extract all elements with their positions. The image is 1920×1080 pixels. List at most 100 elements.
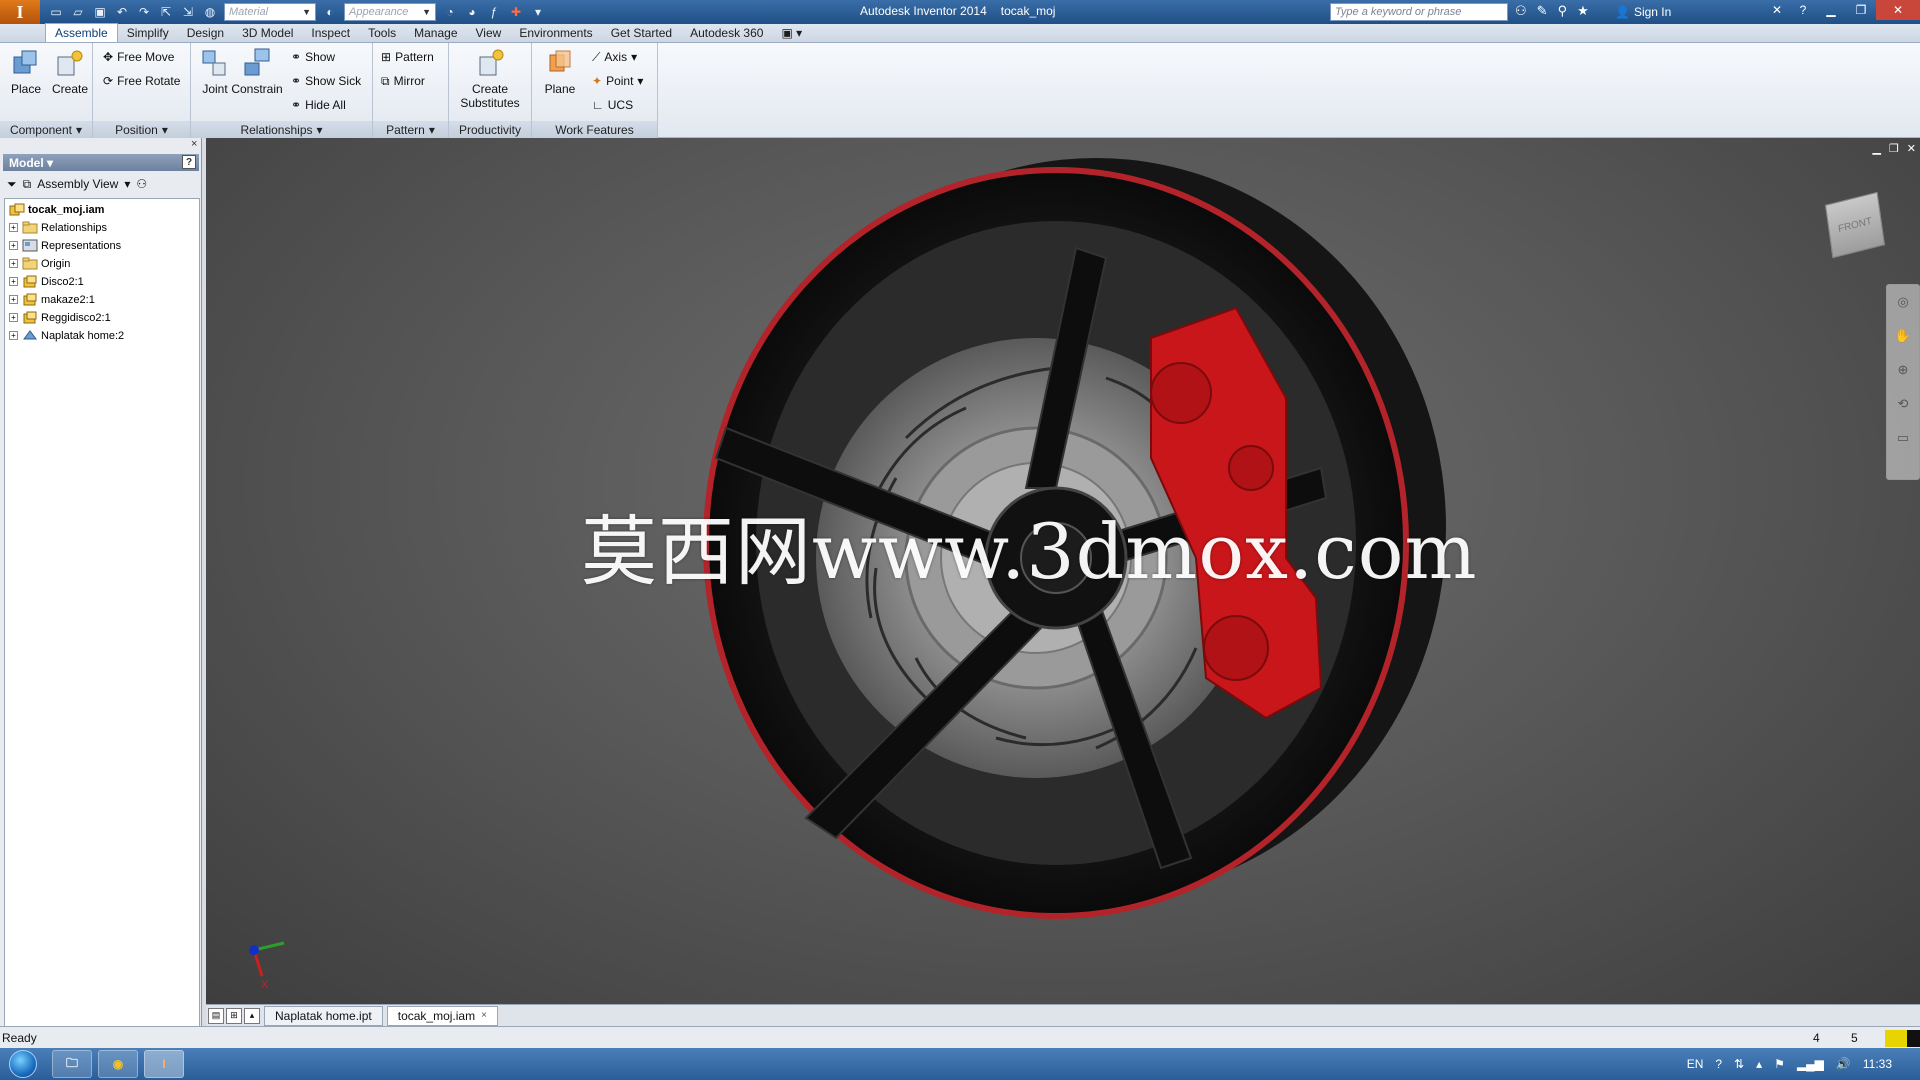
tree-item[interactable]: + Disco2:1 [5, 273, 84, 290]
ribbon-tab-manage[interactable]: Manage [405, 24, 466, 42]
document-menu-icon[interactable]: ▴ [244, 1007, 260, 1024]
hide-all-button[interactable]: ⚭ Hide All [291, 96, 346, 114]
mirror-button[interactable]: ⧉ Mirror [381, 72, 425, 90]
tree-item[interactable]: + Representations [5, 237, 121, 254]
expand-toggle-icon[interactable]: + [9, 259, 18, 268]
clear-appearance-icon[interactable]: ◕ [464, 4, 480, 20]
binoculars-icon[interactable]: ⚇ [1515, 3, 1527, 19]
constrain-button[interactable]: Constrain [231, 47, 283, 96]
language-indicator[interactable]: EN [1687, 1057, 1704, 1071]
save-icon[interactable]: ▣ [92, 4, 108, 20]
document-tab[interactable]: tocak_moj.iam × [386, 1005, 498, 1026]
ribbon-tab-inspect[interactable]: Inspect [302, 24, 359, 42]
tree-item[interactable]: + Origin [5, 255, 70, 272]
action-center-flag-icon[interactable]: ⚑ [1774, 1057, 1785, 1071]
viewport-close-icon[interactable]: ✕ [1907, 142, 1916, 155]
cascade-windows-icon[interactable]: ⊞ [226, 1007, 242, 1024]
redo-icon[interactable]: ↷ [136, 4, 152, 20]
browser-header[interactable]: Model ▾ ? [3, 154, 199, 171]
free-move-button[interactable]: ✥ Free Move [103, 48, 174, 66]
show-hidden-icons-icon[interactable]: ▴ [1756, 1057, 1762, 1071]
ribbon-tab-simplify[interactable]: Simplify [118, 24, 178, 42]
ucs-add-icon[interactable]: ✚ [508, 4, 524, 20]
return-icon[interactable]: ⇱ [158, 4, 174, 20]
tools-icon[interactable]: ✎ [1537, 3, 1548, 19]
component-panel-label[interactable]: Component ▾ [0, 121, 92, 138]
ribbon-camera-icon[interactable]: ▣ ▾ [772, 24, 811, 42]
select-icon[interactable]: ⇲ [180, 4, 196, 20]
pattern-button[interactable]: ⊞ Pattern [381, 48, 434, 66]
show-button[interactable]: ⚭ Show [291, 48, 335, 66]
viewport-restore-icon[interactable]: ❐ [1889, 142, 1899, 155]
appearance-icon[interactable]: ◐ [322, 4, 338, 20]
tile-windows-icon[interactable]: ▤ [208, 1007, 224, 1024]
tree-item[interactable]: + makaze2:1 [5, 291, 95, 308]
pattern-panel-label[interactable]: Pattern ▾ [373, 121, 448, 138]
tree-item[interactable]: + Reggidisco2:1 [5, 309, 111, 326]
volume-icon[interactable]: 🔊 [1836, 1057, 1851, 1071]
minimize-button[interactable]: ▁ [1816, 0, 1846, 20]
comm-center-icon[interactable]: ⚲ [1558, 3, 1568, 19]
start-button[interactable] [0, 1048, 46, 1080]
ribbon-tab-3d-model[interactable]: 3D Model [233, 24, 302, 42]
ribbon-tab-environments[interactable]: Environments [510, 24, 601, 42]
tree-item[interactable]: + Relationships [5, 219, 107, 236]
plane-button[interactable]: Plane [540, 47, 580, 96]
place-button[interactable]: Place [6, 47, 46, 96]
expand-toggle-icon[interactable]: + [9, 223, 18, 232]
application-menu-button[interactable]: I [0, 0, 40, 24]
show-sick-button[interactable]: ⚭ Show Sick [291, 72, 361, 90]
exchange-apps-icon[interactable]: ✕ [1764, 0, 1790, 20]
measure-icon[interactable]: ◔ [442, 4, 458, 20]
browser-close-button[interactable]: × [191, 138, 197, 150]
point-button[interactable]: ✦ Point ▾ [592, 72, 643, 90]
ribbon-tab-view[interactable]: View [467, 24, 511, 42]
expand-toggle-icon[interactable]: + [9, 295, 18, 304]
material-dropdown[interactable]: Material ▼ [224, 3, 316, 21]
document-tab[interactable]: Naplatak home.ipt [264, 1005, 383, 1026]
tree-item[interactable]: + Naplatak home:2 [5, 327, 124, 344]
look-at-icon[interactable]: ▭ [1887, 421, 1919, 455]
help-tray-icon[interactable]: ? [1715, 1057, 1722, 1071]
update-icon[interactable]: ◍ [202, 4, 218, 20]
restore-button[interactable]: ❐ [1846, 0, 1876, 20]
filter-icon[interactable]: ⏷ [7, 177, 17, 192]
close-tab-icon[interactable]: × [481, 1010, 487, 1021]
taskbar-explorer[interactable]: 🗀 [52, 1050, 92, 1078]
pan-hand-icon[interactable]: ✋ [1887, 319, 1919, 353]
create-button[interactable]: Create [50, 47, 90, 96]
sign-in-button[interactable]: 👤 Sign In [1615, 5, 1671, 19]
taskbar-inventor[interactable]: I [144, 1050, 184, 1078]
orbit-icon[interactable]: ⟲ [1887, 387, 1919, 421]
relationships-panel-label[interactable]: Relationships ▾ [191, 121, 372, 138]
browser-help-button[interactable]: ? [182, 155, 196, 169]
ribbon-tab-get-started[interactable]: Get Started [602, 24, 681, 42]
tree-root-item[interactable]: tocak_moj.iam [5, 201, 104, 218]
ribbon-tab-tools[interactable]: Tools [359, 24, 405, 42]
appearance-dropdown[interactable]: Appearance ▼ [344, 3, 436, 21]
zoom-icon[interactable]: ⊕ [1887, 353, 1919, 387]
open-file-icon[interactable]: ▱ [70, 4, 86, 20]
viewport-minimize-icon[interactable]: ▁ [1872, 142, 1880, 155]
help-search-input[interactable]: Type a keyword or phrase [1330, 3, 1508, 21]
expand-toggle-icon[interactable]: + [9, 241, 18, 250]
graphics-viewport[interactable]: X ▁ ❐ ✕ FRONT ◎ ✋ ⊕ ⟲ ▭ 莫西网www.3dmox.com [206, 138, 1920, 1004]
free-rotate-button[interactable]: ⟳ Free Rotate [103, 72, 180, 90]
assembly-view-dropdown[interactable]: Assembly View [37, 177, 118, 191]
find-binoculars-icon[interactable]: ⚇ [136, 177, 147, 191]
close-button[interactable]: ✕ [1876, 0, 1920, 20]
new-file-icon[interactable]: ▭ [48, 4, 64, 20]
steering-wheel-icon[interactable]: ◎ [1887, 285, 1919, 319]
ribbon-tab-design[interactable]: Design [178, 24, 233, 42]
help-icon[interactable]: ? [1790, 0, 1816, 20]
joint-button[interactable]: Joint [195, 47, 235, 96]
expand-toggle-icon[interactable]: + [9, 277, 18, 286]
parameters-icon[interactable]: ƒ [486, 4, 502, 20]
undo-icon[interactable]: ↶ [114, 4, 130, 20]
taskbar-chrome[interactable]: ◉ [98, 1050, 138, 1078]
ribbon-tab-assemble[interactable]: Assemble [45, 23, 118, 42]
expand-toggle-icon[interactable]: + [9, 313, 18, 322]
dropdown-arrow-icon[interactable]: ▾ [124, 177, 130, 191]
ribbon-tab-autodesk-360[interactable]: Autodesk 360 [681, 24, 772, 42]
expand-toggle-icon[interactable]: + [9, 331, 18, 340]
